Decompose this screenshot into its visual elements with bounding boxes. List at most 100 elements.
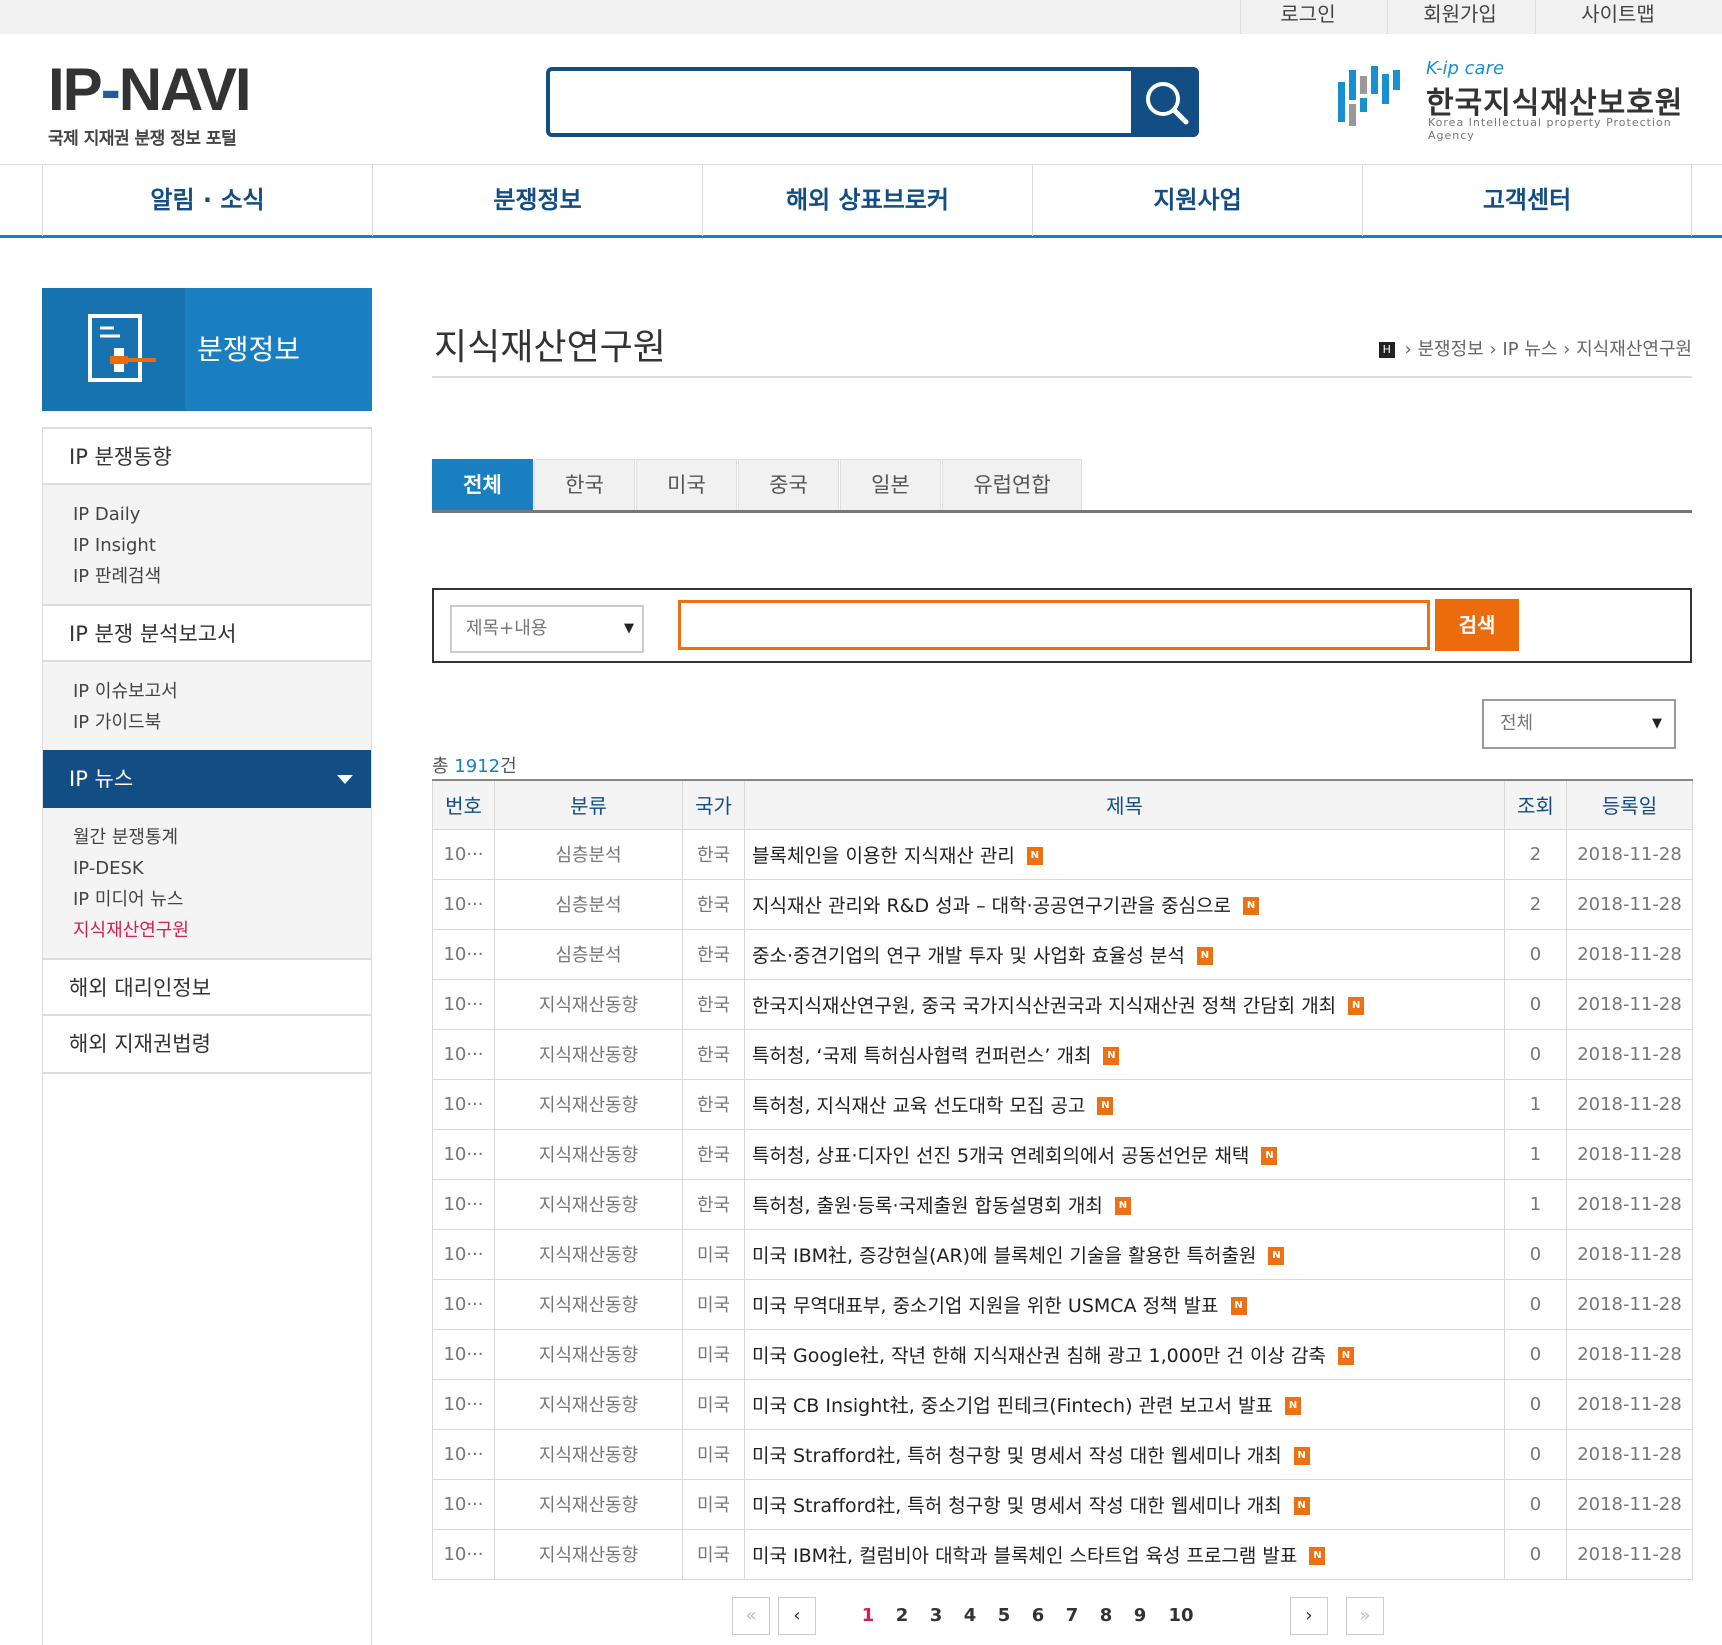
page-number-button[interactable]: 3 bbox=[921, 1597, 951, 1635]
page-number-button[interactable]: 6 bbox=[1023, 1597, 1053, 1635]
next-page-button[interactable]: › bbox=[1290, 1597, 1328, 1635]
tab-all[interactable]: 전체 bbox=[432, 459, 533, 510]
tab-korea[interactable]: 한국 bbox=[534, 459, 635, 510]
table-row[interactable]: 10··· 심층분석 한국 중소·중견기업의 연구 개발 투자 및 사업화 효율성 분… bbox=[432, 928, 1693, 980]
sitemap-link[interactable]: 사이트맵 bbox=[1535, 0, 1700, 34]
home-icon[interactable]: H bbox=[1378, 342, 1395, 358]
page-number-button[interactable]: 2 bbox=[887, 1597, 917, 1635]
first-page-button[interactable]: « bbox=[732, 1597, 770, 1635]
sidebar-sub-ip-daily[interactable]: IP Daily bbox=[73, 499, 371, 530]
site-logo[interactable]: IP-NAVI 국제 지재권 분쟁 정보 포털 bbox=[48, 58, 252, 150]
signup-link[interactable]: 회원가입 bbox=[1387, 0, 1532, 34]
table-row[interactable]: 10··· 지식재산동향 미국 미국 CB Insight社, 중소기업 핀테크(Fi… bbox=[432, 1378, 1693, 1430]
cell-title[interactable]: 특허청, 지식재산 교육 선도대학 모집 공고 N bbox=[744, 1078, 1505, 1130]
breadcrumb-item[interactable]: 분쟁정보 bbox=[1417, 339, 1483, 360]
table-row[interactable]: 10··· 지식재산동향 한국 특허청, 지식재산 교육 선도대학 모집 공고 N 1 20… bbox=[432, 1078, 1693, 1130]
gnb-dispute-info[interactable]: 분쟁정보 bbox=[372, 165, 702, 236]
news-title-link[interactable]: 미국 CB Insight社, 중소기업 핀테크(Fintech) 관련 보고서… bbox=[752, 1395, 1273, 1417]
search-field-select[interactable]: 제목+내용 ▼ bbox=[450, 605, 644, 653]
sidebar-item-ip-news[interactable]: IP 뉴스 bbox=[43, 750, 371, 808]
table-row[interactable]: 10··· 심층분석 한국 블록체인을 이용한 지식재산 관리 N 2 2018-11-28 bbox=[432, 828, 1693, 880]
cell-title[interactable]: 미국 CB Insight社, 중소기업 핀테크(Fintech) 관련 보고서… bbox=[744, 1378, 1505, 1430]
gnb-support[interactable]: 지원사업 bbox=[1032, 165, 1362, 236]
table-row[interactable]: 10··· 지식재산동향 미국 미국 IBM社, 컬럼비아 대학과 블록체인 스타트업… bbox=[432, 1528, 1693, 1580]
sidebar-sub-monthly-stats[interactable]: 월간 분쟁통계 bbox=[73, 822, 371, 853]
news-title-link[interactable]: 미국 Google社, 작년 한해 지식재산권 침해 광고 1,000만 건 이… bbox=[752, 1345, 1326, 1367]
table-row[interactable]: 10··· 지식재산동향 미국 미국 무역대표부, 중소기업 지원을 위한 USMCA… bbox=[432, 1278, 1693, 1330]
cell-title[interactable]: 특허청, 상표·디자인 선진 5개국 연례회의에서 공동선언문 채택 N bbox=[744, 1128, 1505, 1180]
cell-title[interactable]: 미국 무역대표부, 중소기업 지원을 위한 USMCA 정책 발표 N bbox=[744, 1278, 1505, 1330]
tab-china[interactable]: 중국 bbox=[738, 459, 839, 510]
cell-title[interactable]: 특허청, ‘국제 특허심사협력 컨퍼런스’ 개최 N bbox=[744, 1028, 1505, 1080]
news-title-link[interactable]: 특허청, ‘국제 특허심사협력 컨퍼런스’ 개최 bbox=[752, 1045, 1091, 1067]
sidebar-sub-issue-report[interactable]: IP 이슈보고서 bbox=[73, 676, 371, 707]
cell-title[interactable]: 중소·중견기업의 연구 개발 투자 및 사업화 효율성 분석 N bbox=[744, 928, 1505, 980]
table-row[interactable]: 10··· 지식재산동향 한국 한국지식재산연구원, 중국 국가지식산권국과 지식재산… bbox=[432, 978, 1693, 1030]
search-input[interactable] bbox=[678, 600, 1430, 650]
cell-title[interactable]: 특허청, 출원·등록·국제출원 합동설명회 개최 N bbox=[744, 1178, 1505, 1230]
prev-page-button[interactable]: ‹ bbox=[778, 1597, 816, 1635]
agency-logo[interactable]: K-ip care 한국지식재산보호원 Korea Intellectual p… bbox=[1338, 58, 1698, 142]
cell-country: 미국 bbox=[682, 1228, 745, 1280]
login-link[interactable]: 로그인 bbox=[1240, 0, 1375, 34]
search-button[interactable]: 검색 bbox=[1435, 599, 1519, 651]
last-page-button[interactable]: » bbox=[1346, 1597, 1384, 1635]
news-title-link[interactable]: 미국 IBM社, 컬럼비아 대학과 블록체인 스타트업 육성 프로그램 발표 bbox=[752, 1545, 1297, 1567]
news-title-link[interactable]: 미국 IBM社, 증강현실(AR)에 블록체인 기술을 활용한 특허출원 bbox=[752, 1245, 1256, 1267]
gnb-trademark-broker[interactable]: 해외 상표브로커 bbox=[702, 165, 1032, 236]
news-title-link[interactable]: 특허청, 지식재산 교육 선도대학 모집 공고 bbox=[752, 1095, 1085, 1117]
sidebar-sub-ip-insight[interactable]: IP Insight bbox=[73, 530, 371, 561]
sidebar-item-foreign-agent[interactable]: 해외 대리인정보 bbox=[43, 958, 371, 1016]
sidebar-sub-kiip[interactable]: 지식재산연구원 bbox=[73, 915, 371, 946]
page-number-button[interactable]: 7 bbox=[1057, 1597, 1087, 1635]
page-number-button[interactable]: 8 bbox=[1091, 1597, 1121, 1635]
page-number-button[interactable]: 9 bbox=[1125, 1597, 1155, 1635]
category-filter-select[interactable]: 전체 ▼ bbox=[1482, 699, 1676, 749]
cell-title[interactable]: 미국 Google社, 작년 한해 지식재산권 침해 광고 1,000만 건 이… bbox=[744, 1328, 1505, 1380]
cell-title[interactable]: 미국 Strafford社, 특허 청구항 및 명세서 작성 대한 웹세미나 개… bbox=[744, 1478, 1505, 1530]
sidebar-sub-ip-case-search[interactable]: IP 판례검색 bbox=[73, 561, 371, 592]
cell-title[interactable]: 한국지식재산연구원, 중국 국가지식산권국과 지식재산권 정책 간담회 개최 N bbox=[744, 978, 1505, 1030]
table-row[interactable]: 10··· 지식재산동향 한국 특허청, 출원·등록·국제출원 합동설명회 개최 N 1 2… bbox=[432, 1178, 1693, 1230]
sidebar-item-ip-dispute-trend[interactable]: IP 분쟁동향 bbox=[43, 427, 371, 485]
news-title-link[interactable]: 미국 Strafford社, 특허 청구항 및 명세서 작성 대한 웹세미나 개… bbox=[752, 1495, 1282, 1517]
header-search-input[interactable] bbox=[546, 67, 1199, 137]
cell-title[interactable]: 지식재산 관리와 R&D 성과 – 대학·공공연구기관을 중심으로 N bbox=[744, 878, 1505, 930]
page-number-button[interactable]: 5 bbox=[989, 1597, 1019, 1635]
gnb-customer-center[interactable]: 고객센터 bbox=[1362, 165, 1692, 236]
news-title-link[interactable]: 중소·중견기업의 연구 개발 투자 및 사업화 효율성 분석 bbox=[752, 945, 1185, 967]
tab-eu[interactable]: 유럽연합 bbox=[942, 459, 1082, 510]
breadcrumb-item[interactable]: IP 뉴스 bbox=[1502, 339, 1557, 360]
table-row[interactable]: 10··· 지식재산동향 미국 미국 Strafford社, 특허 청구항 및 명세서… bbox=[432, 1478, 1693, 1530]
news-title-link[interactable]: 미국 Strafford社, 특허 청구항 및 명세서 작성 대한 웹세미나 개… bbox=[752, 1445, 1282, 1467]
news-title-link[interactable]: 특허청, 상표·디자인 선진 5개국 연례회의에서 공동선언문 채택 bbox=[752, 1145, 1249, 1167]
sidebar-item-analysis-report[interactable]: IP 분쟁 분석보고서 bbox=[43, 604, 371, 662]
sidebar-sub-guidebook[interactable]: IP 가이드북 bbox=[73, 707, 371, 738]
page-number-button[interactable]: 10 bbox=[1163, 1597, 1199, 1635]
breadcrumb-item[interactable]: 지식재산연구원 bbox=[1576, 339, 1692, 360]
header-search-button[interactable] bbox=[1131, 67, 1199, 137]
sidebar-item-foreign-law[interactable]: 해외 지재권법령 bbox=[43, 1016, 371, 1074]
news-title-link[interactable]: 미국 무역대표부, 중소기업 지원을 위한 USMCA 정책 발표 bbox=[752, 1295, 1219, 1317]
cell-title[interactable]: 미국 Strafford社, 특허 청구항 및 명세서 작성 대한 웹세미나 개… bbox=[744, 1428, 1505, 1480]
cell-title[interactable]: 미국 IBM社, 컬럼비아 대학과 블록체인 스타트업 육성 프로그램 발표 N bbox=[744, 1528, 1505, 1580]
news-title-link[interactable]: 지식재산 관리와 R&D 성과 – 대학·공공연구기관을 중심으로 bbox=[752, 895, 1231, 917]
page-number-button[interactable]: 1 bbox=[853, 1597, 883, 1635]
cell-title[interactable]: 미국 IBM社, 증강현실(AR)에 블록체인 기술을 활용한 특허출원 N bbox=[744, 1228, 1505, 1280]
table-row[interactable]: 10··· 지식재산동향 한국 특허청, ‘국제 특허심사협력 컨퍼런스’ 개최 N 0 2… bbox=[432, 1028, 1693, 1080]
sidebar-sub-media-news[interactable]: IP 미디어 뉴스 bbox=[73, 884, 371, 915]
cell-title[interactable]: 블록체인을 이용한 지식재산 관리 N bbox=[744, 828, 1505, 880]
page-number-button[interactable]: 4 bbox=[955, 1597, 985, 1635]
tab-japan[interactable]: 일본 bbox=[840, 459, 941, 510]
table-row[interactable]: 10··· 지식재산동향 미국 미국 IBM社, 증강현실(AR)에 블록체인 기술을… bbox=[432, 1228, 1693, 1280]
gnb-notice[interactable]: 알림 · 소식 bbox=[42, 165, 372, 236]
news-title-link[interactable]: 한국지식재산연구원, 중국 국가지식산권국과 지식재산권 정책 간담회 개최 bbox=[752, 995, 1336, 1017]
news-title-link[interactable]: 특허청, 출원·등록·국제출원 합동설명회 개최 bbox=[752, 1195, 1103, 1217]
news-title-link[interactable]: 블록체인을 이용한 지식재산 관리 bbox=[752, 845, 1015, 867]
table-row[interactable]: 10··· 심층분석 한국 지식재산 관리와 R&D 성과 – 대학·공공연구기관을 … bbox=[432, 878, 1693, 930]
table-row[interactable]: 10··· 지식재산동향 한국 특허청, 상표·디자인 선진 5개국 연례회의에서 공… bbox=[432, 1128, 1693, 1180]
table-row[interactable]: 10··· 지식재산동향 미국 미국 Strafford社, 특허 청구항 및 명세서… bbox=[432, 1428, 1693, 1480]
tab-usa[interactable]: 미국 bbox=[636, 459, 737, 510]
sidebar-sub-ip-desk[interactable]: IP-DESK bbox=[73, 853, 371, 884]
table-row[interactable]: 10··· 지식재산동향 미국 미국 Google社, 작년 한해 지식재산권 침해 … bbox=[432, 1328, 1693, 1380]
